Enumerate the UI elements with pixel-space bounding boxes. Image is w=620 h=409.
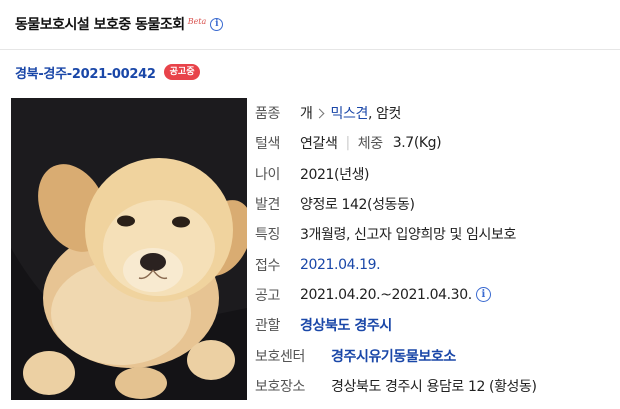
received-value: 2021.04.19. (300, 256, 381, 273)
location-value: 경상북도 경주시 용담로 12 (황성동) (331, 378, 537, 395)
notice-id-row: 경북-경주-2021-00242 공고중 (15, 61, 201, 83)
received-row: 접수 2021.04.19. (255, 249, 615, 279)
species-value: 개 (300, 106, 313, 123)
features-row: 특징 3개월령, 신고자 입양희망 및 임시보호 (255, 219, 615, 249)
received-label: 접수 (255, 257, 280, 274)
found-value: 양정로 142(성동동) (300, 197, 415, 214)
age-row: 나이 2021(년생) (255, 159, 615, 189)
animal-details: 품종 개 믹스견 , 암컷 털색 연갈색 | 체중 3.7(Kg) 나이 202… (255, 98, 615, 401)
separator: | (345, 135, 350, 152)
jurisdiction-value[interactable]: 경상북도 경주시 (300, 315, 392, 335)
features-label: 특징 (255, 227, 280, 244)
color-row: 털색 연갈색 | 체중 3.7(Kg) (255, 128, 615, 158)
notice-period-row: 공고 2021.04.20.~2021.04.30. i (255, 280, 615, 310)
shelter-value[interactable]: 경주시유기동물보호소 (331, 346, 456, 366)
breed-value[interactable]: 믹스견 (330, 103, 368, 123)
location-label: 보호장소 (255, 378, 305, 395)
jurisdiction-row: 관할 경상북도 경주시 (255, 310, 615, 340)
beta-label: Beta (187, 16, 207, 26)
found-row: 발견 양정로 142(성동동) (255, 189, 615, 219)
breed-row: 품종 개 믹스견 , 암컷 (255, 98, 615, 128)
weight-value: 3.7(Kg) (392, 135, 442, 152)
features-value: 3개월령, 신고자 입양희망 및 임시보호 (300, 227, 516, 244)
color-label: 털색 (255, 136, 280, 153)
notice-period-label: 공고 (255, 287, 280, 304)
info-icon[interactable]: i (475, 287, 491, 303)
animal-photo[interactable] (11, 98, 247, 400)
breed-label: 품종 (255, 106, 280, 123)
status-badge: 공고중 (163, 64, 201, 80)
chevron-right-icon (315, 108, 325, 119)
page-header: 동물보호시설 보호중 동물조회 Beta i (15, 12, 224, 36)
shelter-label: 보호센터 (255, 348, 305, 365)
found-label: 발견 (255, 197, 280, 214)
page-title: 동물보호시설 보호중 동물조회 (15, 17, 185, 33)
puppy-photo-illustration (11, 98, 247, 400)
notice-period-value: 2021.04.20.~2021.04.30. (300, 286, 472, 303)
sex-value: , 암컷 (367, 106, 401, 123)
age-label: 나이 (255, 166, 280, 183)
shelter-row: 보호센터 경주시유기동물보호소 (255, 340, 615, 370)
header-divider (0, 49, 620, 50)
weight-label: 체중 (357, 136, 383, 153)
color-value: 연갈색 (300, 136, 338, 153)
jurisdiction-label: 관할 (255, 318, 280, 335)
notice-id: 경북-경주-2021-00242 (15, 66, 156, 82)
info-icon[interactable]: i (210, 17, 224, 31)
age-value: 2021(년생) (300, 166, 370, 183)
location-row: 보호장소 경상북도 경주시 용담로 12 (황성동) (255, 371, 615, 401)
